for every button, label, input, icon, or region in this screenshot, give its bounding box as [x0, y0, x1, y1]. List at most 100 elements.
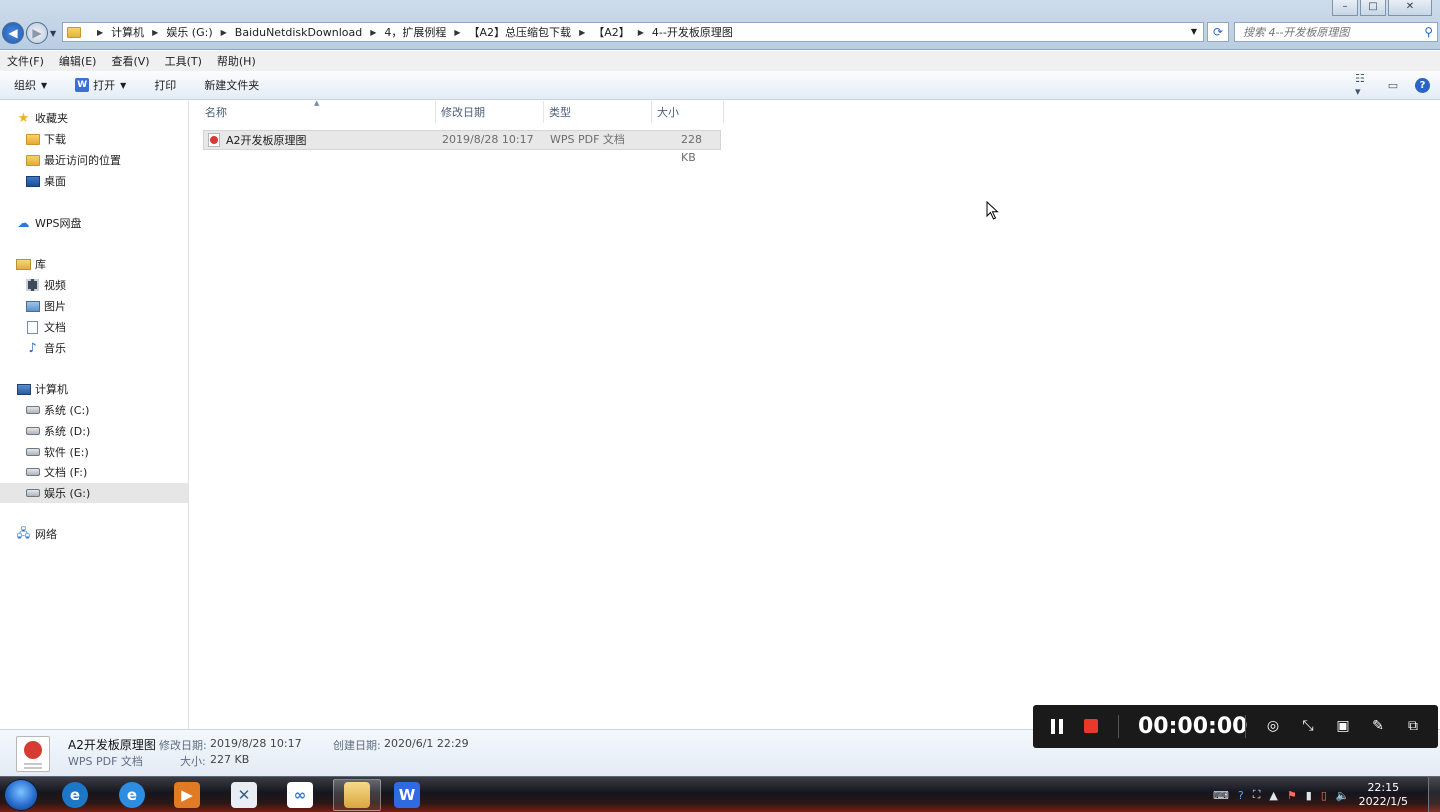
search-box[interactable]: ⚲: [1234, 22, 1438, 42]
new-folder-button[interactable]: 新建文件夹: [204, 77, 259, 93]
minimize-button[interactable]: –: [1332, 0, 1358, 16]
recent-pages-dropdown-icon[interactable]: ▼: [50, 29, 56, 38]
fullscreen-icon[interactable]: ⤡: [1299, 717, 1317, 735]
column-header-modified[interactable]: 修改日期: [436, 101, 544, 123]
toolbar-right-group: ☷ ▾ ▭ ?: [1355, 72, 1430, 98]
breadcrumb-archive[interactable]: 【A2】总压缩包下载: [469, 24, 572, 40]
details-modified-label: 修改日期:: [159, 739, 207, 752]
system-drive-icon: [25, 403, 40, 417]
nav-computer[interactable]: 计算机: [0, 379, 188, 399]
breadcrumb-separator-icon[interactable]: ▶: [579, 28, 585, 37]
title-bar: – □ ✕ ◀ ▶ ▼ ▶ 计算机 ▶ 娱乐 (G:) ▶ BaiduNetdi…: [0, 0, 1440, 50]
keyboard-icon[interactable]: ⌨: [1213, 789, 1229, 802]
battery-icon[interactable]: ▯: [1321, 789, 1327, 802]
breadcrumb-separator-icon[interactable]: ▶: [221, 28, 227, 37]
help-tray-icon[interactable]: ?: [1238, 789, 1244, 802]
menu-help[interactable]: 帮助(H): [217, 53, 256, 69]
nav-drive-d[interactable]: 系统 (D:): [0, 421, 188, 441]
nav-item-documents[interactable]: 文档: [0, 317, 188, 337]
nav-item-downloads[interactable]: 下载: [0, 129, 188, 149]
address-bar[interactable]: ▶ 计算机 ▶ 娱乐 (G:) ▶ BaiduNetdiskDownload ▶…: [62, 22, 1204, 42]
open-button[interactable]: W 打开 ▼: [75, 77, 126, 93]
file-row[interactable]: A2开发板原理图 2019/8/28 10:17 WPS PDF 文档 228 …: [203, 130, 721, 164]
nav-network[interactable]: 🖧 网络: [0, 524, 188, 544]
region-capture-icon[interactable]: ◎: [1264, 717, 1282, 735]
nav-item-pictures[interactable]: 图片: [0, 296, 188, 316]
taskbar-media-player[interactable]: ▶: [166, 779, 208, 811]
taskbar-baidu-netdisk[interactable]: ∞: [279, 779, 321, 811]
menu-edit[interactable]: 编辑(E): [59, 53, 97, 69]
nav-libraries[interactable]: 库: [0, 254, 188, 274]
drive-icon: [25, 486, 40, 500]
stop-icon[interactable]: [1084, 719, 1098, 733]
breadcrumb-separator-icon[interactable]: ▶: [638, 28, 644, 37]
breadcrumb-drive-g[interactable]: 娱乐 (G:): [166, 24, 212, 40]
breadcrumb-baidunetdisk[interactable]: BaiduNetdiskDownload: [235, 26, 362, 39]
address-dropdown-icon[interactable]: ▼: [1191, 27, 1197, 36]
nav-item-desktop[interactable]: 桌面: [0, 171, 188, 191]
window-mode-icon[interactable]: ⧉: [1404, 717, 1422, 735]
show-hidden-icons-icon[interactable]: ▲: [1269, 789, 1277, 802]
nav-drive-e[interactable]: 软件 (E:): [0, 442, 188, 462]
menu-file[interactable]: 文件(F): [7, 53, 44, 69]
nav-label: 计算机: [35, 383, 68, 396]
menu-tools[interactable]: 工具(T): [165, 53, 202, 69]
drive-icon: [25, 465, 40, 479]
taskbar-ie-a[interactable]: e: [54, 779, 96, 811]
breadcrumb-separator-icon[interactable]: ▶: [152, 28, 158, 37]
nav-item-recent[interactable]: 最近访问的位置: [0, 150, 188, 170]
action-center-icon[interactable]: ⚑: [1287, 789, 1297, 802]
pause-icon[interactable]: [1051, 719, 1064, 734]
pdf-file-large-icon: [16, 736, 50, 772]
column-header-name[interactable]: 名称 ▲: [190, 99, 436, 123]
notification-icon[interactable]: ⛶: [1253, 788, 1261, 802]
organize-button[interactable]: 组织 ▼: [14, 77, 47, 93]
breadcrumb-separator-icon[interactable]: ▶: [97, 28, 103, 37]
taskbar-explorer[interactable]: [333, 779, 381, 811]
forward-button[interactable]: ▶: [26, 22, 48, 44]
print-button[interactable]: 打印: [154, 77, 176, 93]
nav-label: 库: [35, 258, 46, 271]
view-options-icon[interactable]: ☷ ▾: [1355, 72, 1371, 98]
close-button[interactable]: ✕: [1388, 0, 1432, 16]
recent-places-icon: [25, 153, 40, 167]
drive-icon: [25, 445, 40, 459]
camera-icon[interactable]: ▣: [1334, 717, 1352, 735]
taskbar-ie-b[interactable]: e: [111, 779, 153, 811]
chevron-down-icon: ▼: [41, 80, 48, 90]
nav-drive-f[interactable]: 文档 (F:): [0, 462, 188, 482]
maximize-button[interactable]: □: [1360, 0, 1386, 16]
search-input[interactable]: [1243, 25, 1413, 39]
clock[interactable]: 22:15 2022/1/5: [1359, 781, 1408, 809]
breadcrumb-computer[interactable]: 计算机: [111, 24, 144, 40]
breadcrumb-schematics[interactable]: 4--开发板原理图: [652, 24, 733, 40]
help-icon[interactable]: ?: [1415, 77, 1430, 93]
breadcrumb-a2[interactable]: 【A2】: [593, 24, 630, 40]
nav-drive-g[interactable]: 娱乐 (G:): [0, 483, 188, 503]
nav-item-videos[interactable]: 视频: [0, 275, 188, 295]
sort-ascending-icon: ▲: [314, 99, 320, 107]
breadcrumb-separator-icon[interactable]: ▶: [370, 28, 376, 37]
show-desktop-button[interactable]: [1428, 777, 1440, 812]
nav-favorites[interactable]: ★ 收藏夹: [0, 108, 188, 128]
menu-view[interactable]: 查看(V): [111, 53, 149, 69]
preview-pane-icon[interactable]: ▭: [1385, 77, 1401, 93]
back-button[interactable]: ◀: [2, 22, 24, 44]
breadcrumb-separator-icon[interactable]: ▶: [454, 28, 460, 37]
search-icon[interactable]: ⚲: [1424, 25, 1433, 39]
nav-item-music[interactable]: ♪ 音乐: [0, 338, 188, 358]
nav-drive-c[interactable]: 系统 (C:): [0, 400, 188, 420]
library-icon: [16, 257, 31, 271]
taskbar-tool-app[interactable]: ✕: [223, 779, 265, 811]
start-button[interactable]: [4, 779, 38, 811]
taskbar-wps[interactable]: W: [386, 779, 428, 811]
column-header-size[interactable]: 大小: [652, 101, 724, 123]
refresh-button[interactable]: ⟳: [1207, 22, 1229, 42]
volume-icon[interactable]: 🔈: [1336, 789, 1350, 802]
network-signal-icon[interactable]: ▮: [1306, 789, 1312, 802]
nav-wps-cloud[interactable]: ☁ WPS网盘: [0, 213, 188, 233]
column-header-type[interactable]: 类型: [544, 101, 652, 123]
baidu-netdisk-icon: ∞: [287, 782, 313, 808]
breadcrumb-examples[interactable]: 4，扩展例程: [384, 24, 446, 40]
pen-icon[interactable]: ✎: [1369, 717, 1387, 735]
